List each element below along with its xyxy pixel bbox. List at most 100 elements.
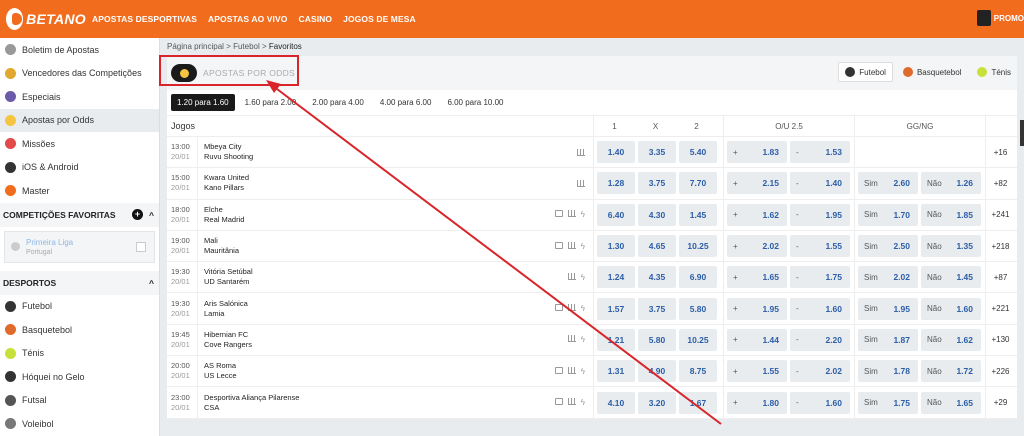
under-odd[interactable]: - 1.60 [790, 391, 850, 414]
match-teams[interactable]: Mbeya City Ruvu Shooting [197, 137, 427, 168]
sport-item[interactable]: Voleibol [0, 412, 159, 436]
sport-item[interactable]: Hóquei no Gelo [0, 365, 159, 389]
live-stream-icon[interactable] [554, 398, 563, 406]
odds-range-tab[interactable]: 4.00 para 6.00 [374, 94, 438, 111]
favorite-checkbox[interactable] [136, 241, 146, 252]
betano-logo[interactable]: BETANO [6, 8, 86, 30]
sidebar-item[interactable]: Master [0, 179, 159, 203]
more-markets-link[interactable]: +221 [985, 293, 1015, 324]
more-markets-link[interactable]: +87 [985, 262, 1015, 293]
stats-icon[interactable] [577, 179, 585, 187]
odd-home[interactable]: 1.21 [597, 328, 635, 351]
match-teams[interactable]: Elche Real Madrid [197, 199, 427, 230]
more-markets-link[interactable]: +16 [985, 137, 1015, 168]
odd-home[interactable]: 6.40 [597, 203, 635, 226]
stats-icon[interactable] [567, 210, 576, 218]
more-markets-link[interactable]: +218 [985, 230, 1015, 262]
stats-icon[interactable] [567, 272, 576, 280]
gg-yes-odd[interactable]: Sim 1.78 [858, 360, 918, 383]
chevron-up-icon[interactable]: ^ [149, 210, 154, 220]
over-odd[interactable]: +1.55 [727, 360, 787, 383]
under-odd[interactable]: - 1.95 [790, 203, 850, 226]
gg-yes-odd[interactable]: Sim 2.02 [858, 266, 918, 289]
sport-item[interactable]: Ténis [0, 342, 159, 366]
under-odd[interactable]: - 2.02 [790, 360, 850, 383]
odd-draw[interactable]: 5.80 [638, 328, 676, 351]
favorite-competition[interactable]: Primeira Liga Portugal [4, 230, 155, 263]
add-favorite-icon[interactable]: + [132, 209, 144, 220]
odd-away[interactable]: 6.90 [679, 266, 717, 289]
lightning-icon[interactable]: ϟ [581, 242, 585, 251]
sport-filter-chip[interactable]: Ténis [971, 62, 1017, 82]
odd-draw[interactable]: 4.65 [638, 235, 676, 258]
odd-home[interactable]: 1.28 [597, 172, 635, 195]
odd-draw[interactable]: 4.30 [638, 203, 676, 226]
gg-yes-odd[interactable]: Sim 1.95 [858, 297, 918, 320]
sport-item[interactable]: Futsal [0, 389, 159, 413]
under-odd[interactable]: - 1.53 [790, 141, 850, 164]
sidebar-item[interactable]: Boletim de Apostas [0, 38, 159, 62]
match-teams[interactable]: AS Roma US Lecce [197, 356, 427, 387]
breadcrumb-sport[interactable]: Futebol [233, 42, 260, 51]
nav-apostas-ao-vivo[interactable]: APOSTAS AO VIVO [208, 14, 287, 24]
odd-draw[interactable]: 3.75 [638, 297, 676, 320]
live-stream-icon[interactable] [554, 304, 563, 312]
match-teams[interactable]: Aris Salónica Lamia [197, 293, 427, 324]
lightning-icon[interactable]: ϟ [581, 398, 585, 407]
sport-item[interactable]: Basquetebol [0, 318, 159, 342]
live-stream-icon[interactable] [554, 366, 563, 374]
over-odd[interactable]: +1.95 [727, 297, 787, 320]
nav-jogos-de-mesa[interactable]: JOGOS DE MESA [343, 14, 416, 24]
odds-range-tab[interactable]: 2.00 para 4.00 [306, 94, 370, 111]
live-stream-icon[interactable] [554, 241, 563, 249]
over-odd[interactable]: +1.65 [727, 266, 787, 289]
lightning-icon[interactable]: ϟ [581, 210, 585, 219]
over-odd[interactable]: +2.15 [727, 172, 787, 195]
over-odd[interactable]: +1.80 [727, 391, 787, 414]
match-teams[interactable]: Hibernian FC Cove Rangers [197, 324, 427, 356]
live-stream-icon[interactable] [554, 210, 563, 218]
odds-range-tab[interactable]: 6.00 para 10.00 [441, 94, 509, 111]
breadcrumb-home[interactable]: Página principal [167, 42, 224, 51]
odd-away[interactable]: 10.25 [679, 328, 717, 351]
favorites-header[interactable]: COMPETIÇÕES FAVORITAS + ^ [0, 202, 159, 227]
odd-home[interactable]: 1.31 [597, 360, 635, 383]
odds-range-tab[interactable]: 1.60 para 2.00 [239, 94, 303, 111]
more-markets-link[interactable]: +130 [985, 324, 1015, 356]
under-odd[interactable]: - 1.60 [790, 297, 850, 320]
sidebar-item[interactable]: Missões [0, 132, 159, 156]
gg-yes-odd[interactable]: Sim 1.75 [858, 391, 918, 414]
gg-yes-odd[interactable]: Sim 2.60 [858, 172, 918, 195]
odd-away[interactable]: 10.25 [679, 235, 717, 258]
stats-icon[interactable] [567, 366, 576, 374]
over-odd[interactable]: +1.83 [727, 141, 787, 164]
sports-header[interactable]: DESPORTOS ^ [0, 270, 159, 295]
odd-home[interactable]: 4.10 [597, 391, 635, 414]
odd-draw[interactable]: 3.35 [638, 141, 676, 164]
under-odd[interactable]: - 1.55 [790, 235, 850, 258]
gg-yes-odd[interactable]: Sim 1.87 [858, 328, 918, 351]
over-odd[interactable]: +1.62 [727, 203, 787, 226]
odd-away[interactable]: 5.40 [679, 141, 717, 164]
under-odd[interactable]: - 1.75 [790, 266, 850, 289]
over-odd[interactable]: +2.02 [727, 235, 787, 258]
gg-no-odd[interactable]: Não 1.72 [921, 360, 981, 383]
gg-no-odd[interactable]: Não 1.85 [921, 203, 981, 226]
odd-away[interactable]: 5.80 [679, 297, 717, 320]
odd-away[interactable]: 1.67 [679, 391, 717, 414]
odd-home[interactable]: 1.24 [597, 266, 635, 289]
lightning-icon[interactable]: ϟ [581, 335, 585, 344]
sidebar-item[interactable]: Especiais [0, 85, 159, 109]
match-teams[interactable]: Kwara United Kano Pillars [197, 168, 427, 199]
chevron-up-icon[interactable]: ^ [149, 278, 154, 288]
more-markets-link[interactable]: +29 [985, 387, 1015, 418]
under-odd[interactable]: - 2.20 [790, 328, 850, 351]
odd-home[interactable]: 1.30 [597, 235, 635, 258]
stats-icon[interactable] [567, 335, 576, 343]
more-markets-link[interactable]: +82 [985, 168, 1015, 199]
nav-apostas-desportivas[interactable]: APOSTAS DESPORTIVAS [92, 14, 197, 24]
nav-casino[interactable]: CASINO [298, 14, 332, 24]
sport-filter-chip[interactable]: Futebol [838, 62, 893, 82]
stats-icon[interactable] [567, 304, 576, 312]
odds-range-tab[interactable]: 1.20 para 1.60 [171, 94, 235, 111]
